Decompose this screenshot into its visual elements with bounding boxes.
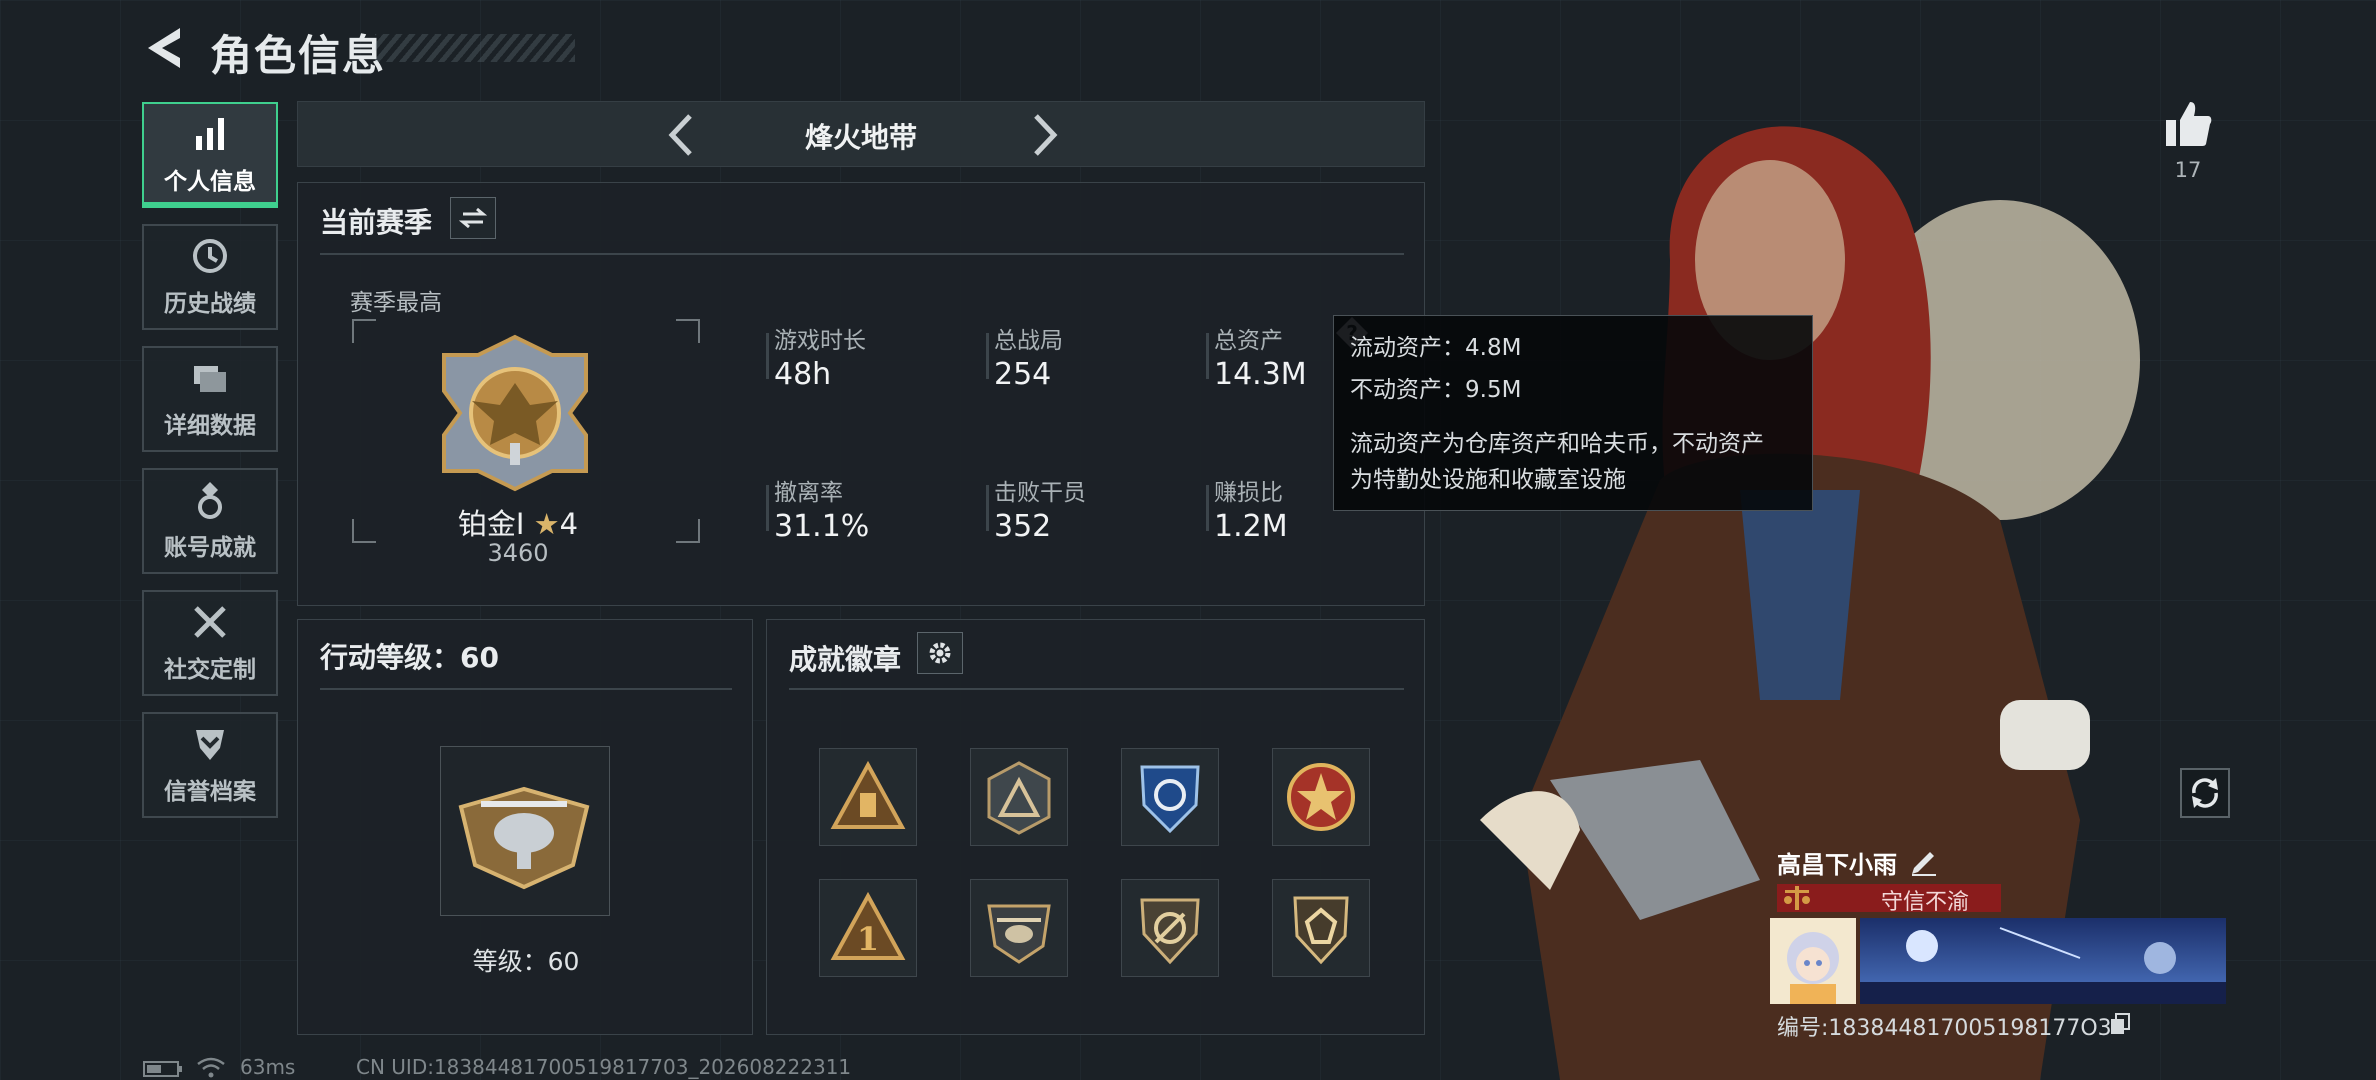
credit-level-text: 守信不渝 bbox=[1880, 890, 1969, 915]
sidebar-item-social-custom[interactable]: 社交定制 bbox=[142, 590, 278, 696]
stat-label: 游戏时长 bbox=[774, 328, 866, 354]
platinum-rank-emblem-icon bbox=[442, 334, 588, 492]
mode-selector-bar: 烽火地带 bbox=[297, 101, 1425, 167]
achievement-badge[interactable] bbox=[970, 879, 1068, 977]
player-name: 高昌下小雨 bbox=[1777, 851, 1897, 879]
next-mode-button[interactable] bbox=[1018, 110, 1068, 160]
sidebar-item-label: 详细数据 bbox=[164, 413, 256, 439]
triangle-dark-badge-icon bbox=[987, 761, 1051, 835]
star-red-badge-icon bbox=[1287, 763, 1355, 831]
stat-value: 31.1% bbox=[774, 509, 870, 544]
chevron-right-icon bbox=[1034, 114, 1058, 156]
svg-text:1: 1 bbox=[857, 920, 879, 958]
thumbs-up-icon bbox=[2166, 102, 2212, 146]
swap-icon bbox=[459, 207, 487, 229]
achievements-title: 成就徽章 bbox=[789, 643, 902, 676]
helicopter-level-emblem-icon bbox=[458, 786, 590, 890]
achievement-badge[interactable] bbox=[1272, 748, 1370, 846]
sidebar-item-achievements[interactable]: 账号成就 bbox=[142, 468, 278, 574]
ping-value: 63ms bbox=[240, 1055, 296, 1079]
action-level-title: 行动等级：60 bbox=[320, 641, 499, 674]
stat-value: 352 bbox=[994, 509, 1052, 544]
page-title: 角色信息 bbox=[210, 31, 387, 80]
rank-points: 3460 bbox=[487, 539, 549, 567]
sidebar-item-history[interactable]: 历史战绩 bbox=[142, 224, 278, 330]
shield-blue-badge-icon bbox=[1140, 765, 1200, 834]
cross-shield-badge-icon bbox=[1140, 898, 1200, 965]
asset-tooltip: 流动资产：4.8M 不动资产：9.5M 流动资产为仓库资产和哈夫币，不动资产 为… bbox=[1333, 315, 1813, 511]
helicopter-badge-icon bbox=[987, 904, 1051, 964]
stat-label: 击败干员 bbox=[994, 480, 1086, 506]
stat-label: 总战局 bbox=[994, 328, 1063, 354]
history-clock-icon bbox=[193, 239, 227, 273]
season-best-label: 赛季最高 bbox=[350, 290, 442, 316]
stat-label: 撤离率 bbox=[774, 480, 843, 506]
player-uid: 编号:183844817005198177O3 bbox=[1777, 1016, 2112, 1041]
copy-icon[interactable] bbox=[2108, 1012, 2132, 1036]
profile-banner-image bbox=[1860, 918, 2226, 1004]
tools-icon bbox=[194, 606, 226, 638]
rank-star-icon: ★ bbox=[533, 507, 560, 541]
sidebar-item-label: 社交定制 bbox=[164, 657, 256, 683]
action-level-panel: 行动等级：60 等级：60 bbox=[297, 619, 753, 1035]
achievements-panel: 成就徽章 1 bbox=[766, 619, 1425, 1035]
season-title: 当前赛季 bbox=[320, 206, 433, 239]
mode-title: 烽火地带 bbox=[804, 121, 917, 154]
gear-icon bbox=[929, 642, 951, 664]
tooltip-fixed-assets: 不动资产：9.5M bbox=[1350, 377, 1522, 403]
season-switch-button[interactable] bbox=[450, 197, 496, 239]
tooltip-liquid-assets: 流动资产：4.8M bbox=[1350, 335, 1522, 361]
refresh-button[interactable] bbox=[2180, 768, 2230, 818]
rank-stars: 4 bbox=[559, 507, 579, 541]
achievement-medal-icon bbox=[198, 482, 222, 519]
level-emblem-frame bbox=[440, 746, 610, 916]
shield-chevron-icon bbox=[196, 730, 224, 760]
stat-value: 254 bbox=[994, 357, 1052, 392]
refresh-icon bbox=[2192, 778, 2218, 808]
pencil-icon bbox=[1912, 852, 1936, 876]
triangle-gold-badge-icon bbox=[830, 760, 906, 829]
achievement-badge[interactable] bbox=[819, 748, 917, 846]
bar-chart-icon bbox=[196, 118, 224, 150]
battery-icon bbox=[143, 1061, 182, 1077]
stat-label: 赚损比 bbox=[1214, 480, 1283, 506]
wifi-icon bbox=[197, 1057, 225, 1078]
triangle-one-badge-icon: 1 bbox=[830, 891, 906, 960]
level-text: 等级：60 bbox=[472, 947, 580, 976]
stat-value: 1.2M bbox=[1214, 509, 1288, 544]
footer-uid: CN UID:18384481700519817703_202608222311 bbox=[356, 1055, 852, 1079]
sidebar-item-label: 历史战绩 bbox=[164, 291, 256, 317]
achievement-badge[interactable] bbox=[1121, 879, 1219, 977]
like-button[interactable] bbox=[2160, 96, 2216, 152]
achievement-badge[interactable] bbox=[1272, 879, 1370, 977]
gem-shield-badge-icon bbox=[1293, 896, 1349, 965]
sidebar-item-label: 信誉档案 bbox=[164, 779, 256, 805]
edit-name-button[interactable] bbox=[1908, 844, 1940, 876]
sidebar-item-personal-info[interactable]: 个人信息 bbox=[142, 102, 278, 208]
season-panel: 当前赛季 赛季最高 铂金I ★4 3460 游戏时长 48h 总战局 254 总… bbox=[297, 182, 1425, 606]
achievement-badge[interactable] bbox=[970, 748, 1068, 846]
stat-label: 总资产 bbox=[1214, 328, 1283, 354]
achievements-settings-button[interactable] bbox=[917, 632, 963, 674]
player-avatar[interactable] bbox=[1770, 918, 1856, 1004]
data-folders-icon bbox=[194, 366, 226, 392]
sidebar-item-detailed-data[interactable]: 详细数据 bbox=[142, 346, 278, 452]
rank-name: 铂金I bbox=[457, 507, 525, 541]
sidebar-item-label: 账号成就 bbox=[164, 535, 256, 561]
stat-value: 48h bbox=[774, 357, 832, 392]
tooltip-description-line1: 流动资产为仓库资产和哈夫币，不动资产 bbox=[1350, 431, 1764, 457]
back-button[interactable] bbox=[140, 22, 188, 74]
rank-name-row: 铂金I ★4 bbox=[388, 501, 648, 543]
title-decoration bbox=[375, 34, 575, 62]
credit-scale-icon bbox=[1784, 886, 1810, 910]
achievement-badge[interactable]: 1 bbox=[819, 879, 917, 977]
back-arrow-icon bbox=[148, 28, 180, 68]
like-count: 17 bbox=[2174, 158, 2202, 182]
achievement-badge[interactable] bbox=[1121, 748, 1219, 846]
sidebar-item-credit-record[interactable]: 信誉档案 bbox=[142, 712, 278, 818]
sidebar-item-label: 个人信息 bbox=[164, 169, 256, 195]
stat-value: 14.3M bbox=[1214, 357, 1307, 392]
tooltip-description-line2: 为特勤处设施和收藏室设施 bbox=[1350, 467, 1626, 493]
